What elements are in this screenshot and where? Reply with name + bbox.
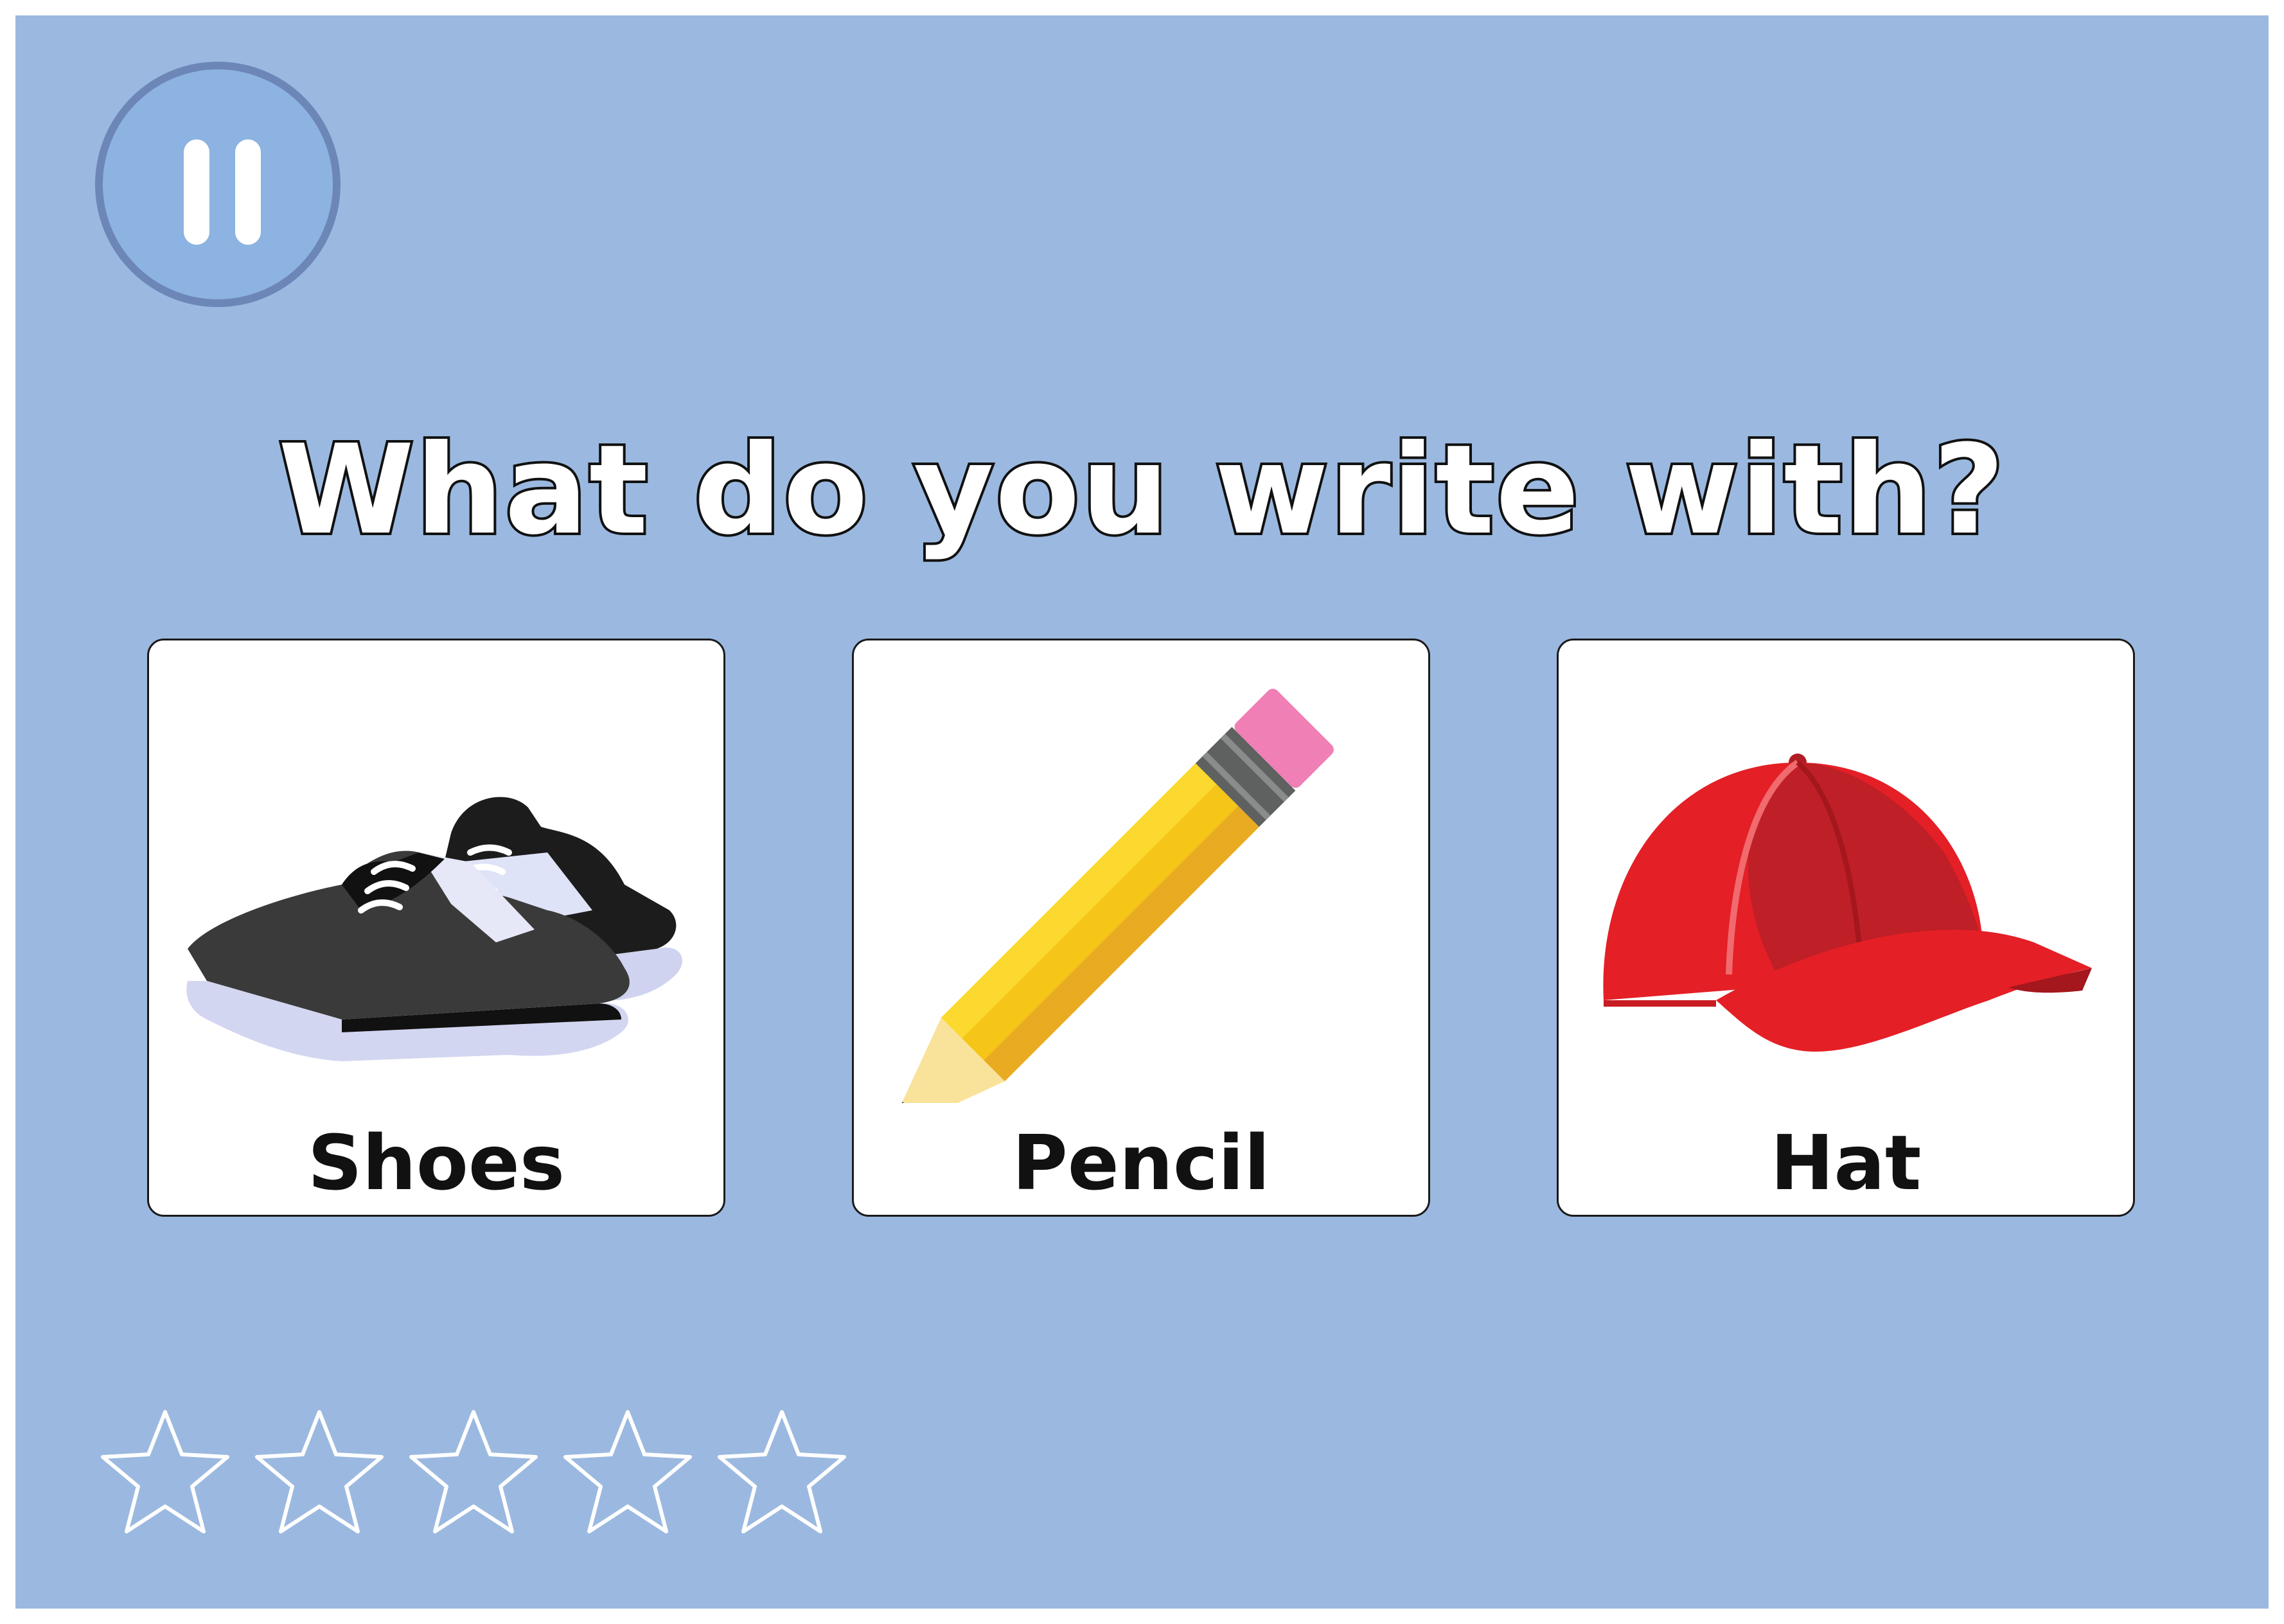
game-screen: What do you write with? Shoes Pencil Hat bbox=[15, 15, 2269, 1609]
pencil-icon bbox=[887, 689, 1334, 1103]
answer-label: Pencil bbox=[1012, 1118, 1270, 1207]
hat-icon bbox=[1603, 754, 2092, 1052]
star-icon bbox=[718, 1410, 846, 1533]
answer-label: Shoes bbox=[307, 1118, 565, 1207]
question-text: What do you write with? bbox=[276, 416, 2007, 565]
answer-card-hat[interactable]: Hat bbox=[1557, 639, 2135, 1217]
pause-button[interactable] bbox=[95, 62, 341, 307]
star-icon bbox=[101, 1410, 229, 1533]
star-icon bbox=[563, 1410, 692, 1533]
answer-card-pencil[interactable]: Pencil bbox=[852, 639, 1430, 1217]
answer-label: Hat bbox=[1770, 1118, 1922, 1207]
star-icon bbox=[255, 1410, 384, 1533]
shoes-icon bbox=[186, 797, 682, 1061]
star-icon bbox=[409, 1410, 538, 1533]
answer-card-shoes[interactable]: Shoes bbox=[147, 639, 725, 1217]
star-progress bbox=[93, 1403, 863, 1551]
